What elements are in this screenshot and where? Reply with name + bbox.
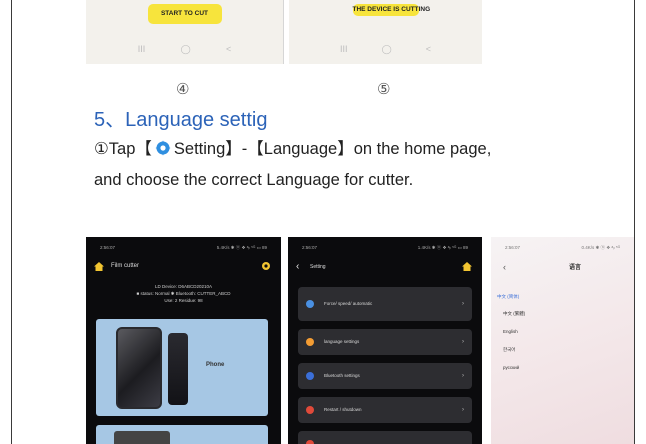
recent-apps-icon[interactable]: III [138,44,146,55]
language-icon [306,338,314,346]
language-option-selected[interactable]: 中文 (简体) [497,294,519,300]
instruction-line-1: ①Tap【 Setting】-【Language】on the home page… [94,135,491,159]
device-cutting-screen: THE DEVICE IS CUTTING III ◯ < [289,0,482,64]
bluetooth-icon [306,372,314,380]
instruction-mid: 】-【Language】on the home page, [225,140,492,158]
setting-row-language[interactable]: language settings › [298,329,472,355]
instruction-line-2: and choose the correct Language for cutt… [94,171,414,189]
status-bar: 2:56:07 5.4K/s ✱ ⓝ ❖ ᵃᵢₗ ⁵ᴳ ▭ 89 [86,245,281,251]
section-heading: 5、Language settig [94,109,268,131]
home-icon[interactable] [462,262,472,271]
back-chevron-icon[interactable]: ‹ [503,262,506,272]
status-time: 2:56:07 [100,245,116,250]
setting-row-label: Force/ speed/ automatic [324,301,373,306]
chevron-right-icon: › [462,373,464,379]
back-nav-icon[interactable]: < [226,44,231,55]
device-usage: Use: 2 Residue: 98 [164,298,203,303]
tablet-category-card[interactable] [96,425,268,444]
recent-apps-icon[interactable]: III [340,44,348,55]
phone-card-label: Phone [206,362,225,368]
language-option[interactable]: 中文 (繁體) [503,311,525,317]
phone-category-card[interactable]: Phone [96,319,268,416]
chevron-right-icon: › [462,301,464,307]
chevron-right-icon: › [462,339,464,345]
tablet-image [114,431,170,444]
power-icon [306,406,314,414]
back-chevron-icon[interactable]: ‹ [296,262,299,272]
language-option[interactable]: 한국어 [503,347,515,353]
home-nav-icon[interactable]: ◯ [181,44,191,55]
setting-page-screenshot: 2:56:07 1.4K/s ✱ ⓝ ❖ ᵃᵢₗ ⁵ᴳ ▭ 89 ‹ Setti… [288,237,482,444]
instruction-prefix: ①Tap【 [94,140,152,158]
step-number-5: ⑤ [377,81,391,98]
device-status: ■ status: Normal ✱ Bluetooth: CUTTER_ABC… [136,291,231,296]
status-signal: 1.4K/s ✱ ⓝ ❖ ᵃᵢₗ ⁵ᴳ ▭ 89 [417,245,468,250]
status-signal: 5.4K/s ✱ ⓝ ❖ ᵃᵢₗ ⁵ᴳ ▭ 89 [216,245,267,250]
force-speed-icon [306,300,314,308]
instruction-setting-word: Setting [173,140,226,158]
setting-row-bluetooth[interactable]: Bluetooth settings › [298,363,472,389]
start-to-cut-screen: START TO CUT III ◯ < [86,0,284,64]
language-page-screenshot: 2:56:07 0.4K/s ✱ ⓝ ❖ ᵃᵢₗ ⁵ᴳ ‹ 语言 中文 (简体)… [491,237,634,444]
device-info: LD Device: D6ABCD20210A ■ status: Normal… [86,283,281,304]
status-bar: 2:56:07 1.4K/s ✱ ⓝ ❖ ᵃᵢₗ ⁵ᴳ ▭ 89 [288,245,482,251]
device-cutting-button[interactable]: THE DEVICE IS CUTTING [352,4,430,16]
app-title: Film cutter [111,263,140,269]
status-time: 2:56:07 [302,245,318,250]
home-page-screenshot: 2:56:07 5.4K/s ✱ ⓝ ❖ ᵃᵢₗ ⁵ᴳ ▭ 89 Film cu… [86,237,281,444]
language-option[interactable]: русский [503,365,519,370]
setting-row-label: language settings [324,339,360,344]
step-number-4: ④ [176,81,190,98]
chevron-right-icon: › [462,407,464,413]
home-nav-icon[interactable]: ◯ [382,44,392,55]
setting-icon [155,140,171,156]
setting-row-label: Restart / shutdown [324,407,362,412]
setting-title: Setting [310,264,326,270]
settings-gear-icon[interactable] [261,261,271,271]
back-nav-icon[interactable]: < [426,44,431,55]
status-bar: 2:56:07 0.4K/s ✱ ⓝ ❖ ᵃᵢₗ ⁵ᴳ [491,245,634,251]
android-nav-bar: III ◯ < [86,44,283,55]
setting-row-partial[interactable] [298,431,472,444]
setting-row-restart[interactable]: Restart / shutdown › [298,397,472,423]
start-to-cut-button[interactable]: START TO CUT [147,4,222,24]
phone-image [116,327,162,409]
home-icon[interactable] [94,262,104,271]
setting-row-icon [306,440,314,444]
android-nav-bar: III ◯ < [289,44,482,55]
device-id: LD Device: D6ABCD20210A [154,284,213,289]
status-signal: 0.4K/s ✱ ⓝ ❖ ᵃᵢₗ ⁵ᴳ [581,245,620,250]
setting-row-force-speed[interactable]: Force/ speed/ automatic › [298,287,472,321]
setting-row-label: Bluetooth settings [324,373,360,378]
phone-side-image [168,333,188,405]
language-option[interactable]: English [503,329,518,334]
language-title: 语言 [569,265,582,271]
status-time: 2:56:07 [505,245,521,250]
